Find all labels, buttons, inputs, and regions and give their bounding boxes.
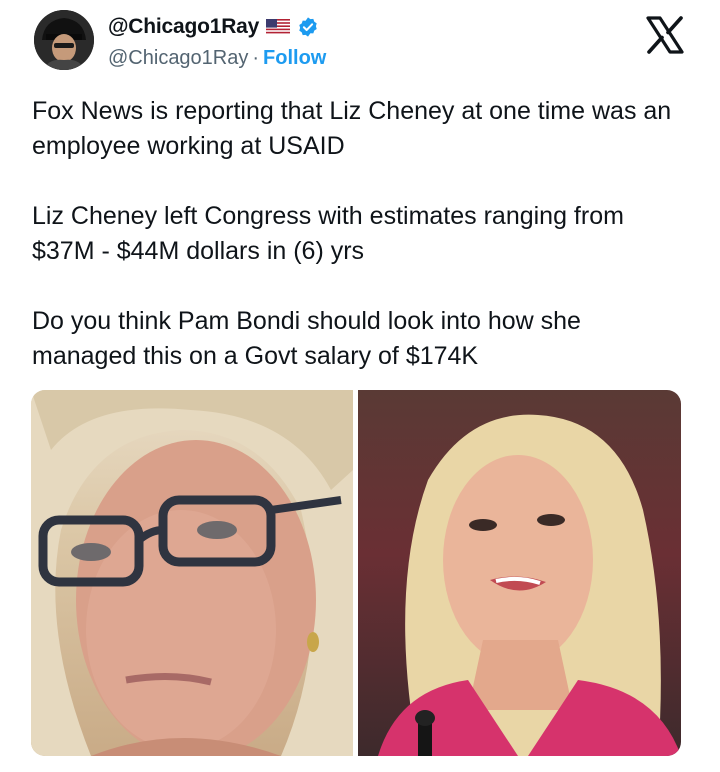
avatar[interactable] <box>34 10 94 70</box>
author-handle[interactable]: @Chicago1Ray <box>108 47 248 70</box>
verified-badge-icon <box>299 17 317 37</box>
follow-button[interactable]: Follow <box>263 47 326 70</box>
tweet-paragraph: Liz Cheney left Congress with estimates … <box>32 202 624 265</box>
tweet-paragraph: Do you think Pam Bondi should look into … <box>32 307 581 370</box>
author-name-row: @Chicago1Ray <box>108 12 319 42</box>
us-flag-icon <box>266 19 291 35</box>
separator-dot: · <box>252 46 260 69</box>
tweet-card: @Chicago1Ray @Chicago1Ray · Follow Fox N… <box>0 0 720 772</box>
tweet-paragraph: Fox News is reporting that Liz Cheney at… <box>32 97 672 160</box>
author-display-name[interactable]: @Chicago1Ray <box>108 15 259 39</box>
tweet-text: Fox News is reporting that Liz Cheney at… <box>32 94 692 374</box>
tweet-photo-1[interactable] <box>31 390 353 756</box>
tweet-photo-2[interactable] <box>358 390 681 756</box>
tweet-media-grid <box>31 390 681 756</box>
author-handle-row: @Chicago1Ray · Follow <box>108 44 326 72</box>
x-logo-icon[interactable] <box>645 16 685 54</box>
